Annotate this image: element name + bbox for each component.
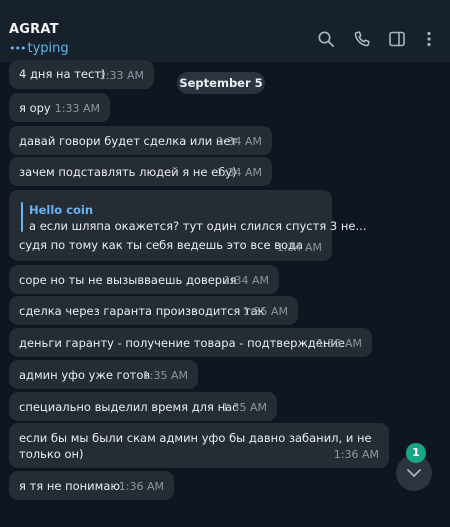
message-bubble[interactable]: если бы мы были скам админ уфо бы давно … bbox=[9, 423, 389, 468]
message-time: 1:34 AM bbox=[216, 135, 262, 148]
message-time: 1:34 AM bbox=[216, 166, 262, 179]
reply-quote[interactable]: а если шляпа окажется? тут один слился с… bbox=[29, 218, 366, 234]
message-list[interactable]: 4 дня на тест) 1:33 AM September 5 я ору… bbox=[0, 60, 450, 527]
date-separator: September 5 bbox=[177, 72, 265, 94]
message-bubble[interactable]: я ору 1:33 AM bbox=[9, 93, 110, 122]
message-bubble[interactable]: сделка через гаранта производится так 1:… bbox=[9, 296, 298, 325]
message-time: 1:34 AM bbox=[223, 274, 269, 287]
message-time: 1:36 AM bbox=[118, 480, 164, 493]
message-bubble[interactable]: я тя не понимаю 1:36 AM bbox=[9, 471, 174, 500]
sidebar-toggle-icon[interactable] bbox=[388, 30, 406, 48]
message-bubble[interactable]: деньги гаранту - получение товара - подт… bbox=[9, 328, 372, 357]
message-time: 1:35 AM bbox=[142, 369, 188, 382]
message-time: 1:33 AM bbox=[98, 69, 144, 82]
search-icon[interactable] bbox=[317, 30, 335, 48]
typing-dots-icon: ••• bbox=[9, 42, 26, 55]
message-text: судя по тому как ты себя ведешь это все … bbox=[19, 238, 304, 252]
chat-header: AGRAT ••• typing bbox=[0, 0, 450, 62]
message-time: 1:36 AM bbox=[333, 448, 379, 461]
message-text: соре но ты не вызывваешь доверия bbox=[19, 273, 237, 287]
message-time: 1:35 AM bbox=[242, 305, 288, 318]
message-text: я ору bbox=[19, 101, 51, 115]
message-text: специально выделил время для нас bbox=[19, 400, 239, 414]
reply-author[interactable]: Hello coin bbox=[29, 202, 93, 218]
message-bubble[interactable]: специально выделил время для нас 1:35 AM bbox=[9, 392, 277, 421]
message-text: 4 дня на тест) bbox=[19, 67, 106, 81]
more-menu-icon[interactable] bbox=[420, 30, 438, 48]
typing-status: ••• typing bbox=[9, 41, 69, 56]
message-text: давай говори будет сделка или нет bbox=[19, 134, 238, 148]
message-time: 1:35 AM bbox=[221, 401, 267, 414]
unread-count-badge: 1 bbox=[406, 443, 426, 463]
message-text: я тя не понимаю bbox=[19, 479, 121, 493]
message-time: 1:35 AM bbox=[316, 337, 362, 350]
message-time: 1:33 AM bbox=[54, 102, 100, 115]
reply-indicator bbox=[21, 202, 23, 232]
chevron-down-icon bbox=[407, 469, 421, 477]
message-bubble[interactable]: 4 дня на тест) 1:33 AM bbox=[9, 60, 154, 89]
message-text: админ уфо уже готов bbox=[19, 368, 151, 382]
message-text-line-2: только он) bbox=[19, 447, 84, 461]
typing-label: typing bbox=[27, 41, 69, 56]
message-bubble[interactable]: админ уфо уже готов 1:35 AM bbox=[9, 360, 198, 389]
message-bubble-reply[interactable]: Hello coin а если шляпа окажется? тут од… bbox=[9, 190, 366, 261]
message-text: зачем подставлять людей я не ебу) bbox=[19, 165, 237, 179]
message-time: 1:34 AM bbox=[276, 241, 322, 254]
message-bubble[interactable]: соре но ты не вызывваешь доверия 1:34 AM bbox=[9, 265, 279, 294]
message-text: деньги гаранту - получение товара - подт… bbox=[19, 336, 345, 350]
chat-window: AGRAT ••• typing 4 дня на тест) 1:33 AM S… bbox=[0, 0, 450, 527]
message-text-line-1: если бы мы были скам админ уфо бы давно … bbox=[19, 431, 372, 445]
message-bubble[interactable]: зачем подставлять людей я не ебу) 1:34 A… bbox=[9, 157, 272, 186]
message-text: сделка через гаранта производится так bbox=[19, 304, 265, 318]
phone-icon[interactable] bbox=[353, 30, 371, 48]
message-bubble[interactable]: давай говори будет сделка или нет 1:34 A… bbox=[9, 126, 272, 155]
chat-title[interactable]: AGRAT bbox=[9, 22, 59, 37]
